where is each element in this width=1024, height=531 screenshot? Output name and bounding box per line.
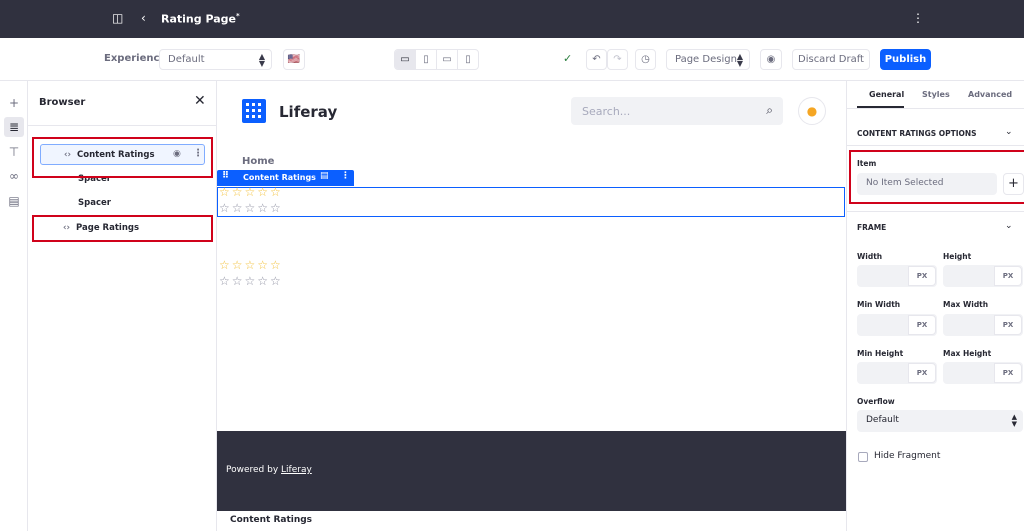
star-rating-gold[interactable]: ☆☆☆☆☆ [219, 258, 283, 272]
footer-text: Powered by Liferay [226, 465, 312, 475]
edit-toolbar: Experience Default ▲ ▼ 🇺🇸 ▭ ▯ ▭ ▯ ✓ ↶ ↷ ◷… [0, 38, 1024, 81]
experience-label: Experience [104, 53, 167, 64]
select-arrows-icon: ▲ ▼ [736, 52, 743, 68]
nav-home-link[interactable]: Home [242, 156, 274, 167]
fragment-topper[interactable]: ⠿ Content Ratings ▤ ⋮ [217, 170, 354, 186]
tree-item-spacer[interactable]: Spacer [78, 198, 111, 208]
page-footer: Powered by Liferay [217, 431, 846, 511]
vertical-ellipsis-icon[interactable]: ⋮ [912, 11, 924, 25]
max-height-input[interactable]: PX [943, 362, 1023, 384]
plus-icon[interactable]: + [4, 93, 24, 113]
user-avatar[interactable]: ● [798, 97, 826, 125]
highlight-box [32, 215, 213, 242]
max-height-label: Max Height [943, 349, 992, 358]
discard-draft-button[interactable]: Discard Draft [792, 49, 870, 70]
width-label: Width [857, 252, 883, 261]
language-selector[interactable]: 🇺🇸 [283, 49, 305, 70]
chevron-left-icon[interactable]: ‹ [141, 11, 146, 25]
comments-icon[interactable]: ▤ [4, 191, 24, 211]
star-rating-gold[interactable]: ☆☆☆☆☆ [219, 185, 283, 199]
overflow-select[interactable]: Default ▲ ▼ [857, 410, 1023, 432]
paint-roller-icon[interactable]: ⊤ [4, 142, 24, 162]
panel-tabs: General Styles Advanced [847, 81, 1024, 108]
select-arrows-icon: ▲ ▼ [258, 52, 265, 68]
footer-link[interactable]: Liferay [281, 465, 312, 475]
hide-fragment-label[interactable]: Hide Fragment [874, 451, 940, 461]
min-width-label: Min Width [857, 300, 901, 309]
chevron-down-icon[interactable]: ⌄ [1005, 221, 1013, 231]
min-height-label: Min Height [857, 349, 904, 358]
undo-button[interactable]: ↶ [586, 49, 607, 70]
sidebar-toggle-icon[interactable]: ◫ [112, 11, 123, 25]
page-canvas: Liferay Search... ⌕ ● Home ⠿ Content Rat… [217, 81, 846, 531]
phone-icon[interactable]: ▯ [458, 50, 478, 69]
select-arrows-icon: ▲ ▼ [1011, 413, 1017, 428]
page-design-select[interactable]: Page Design ▲ ▼ [666, 49, 750, 70]
divider [847, 145, 1024, 146]
bottom-fragment: Content Ratings [217, 511, 846, 531]
section-frame[interactable]: FRAME [857, 223, 886, 232]
min-width-input[interactable]: PX [857, 314, 937, 336]
liferay-logo [242, 99, 266, 123]
tablet-icon[interactable]: ▯ [416, 50, 437, 69]
experience-select[interactable]: Default ▲ ▼ [159, 49, 272, 70]
search-input[interactable]: Search... ⌕ [571, 97, 783, 125]
drag-handle-icon[interactable]: ⠿ [222, 171, 229, 181]
min-height-input[interactable]: PX [857, 362, 937, 384]
max-width-input[interactable]: PX [943, 314, 1023, 336]
desktop-icon[interactable]: ▭ [395, 50, 416, 69]
preview-eye-button[interactable]: ◉ [760, 49, 782, 70]
history-button[interactable]: ◷ [635, 49, 656, 70]
landscape-icon[interactable]: ▭ [437, 50, 458, 69]
star-rating-grey[interactable]: ☆☆☆☆☆ [219, 201, 283, 215]
browser-panel: Browser ✕ ‹› Content Ratings ◉ ⋮ Spacer S… [28, 81, 217, 531]
max-width-label: Max Width [943, 300, 989, 309]
width-input[interactable]: PX [857, 265, 937, 287]
section-content-ratings-options[interactable]: CONTENT RATINGS OPTIONS [857, 129, 977, 138]
divider [847, 211, 1024, 212]
height-label: Height [943, 252, 972, 261]
fragment-selection-box[interactable] [217, 187, 845, 217]
device-switcher: ▭ ▯ ▭ ▯ [394, 49, 479, 70]
tab-general[interactable]: General [869, 90, 904, 99]
comment-icon[interactable]: ▤ [320, 171, 329, 181]
height-input[interactable]: PX [943, 265, 1023, 287]
star-rating-grey[interactable]: ☆☆☆☆☆ [219, 274, 283, 288]
vertical-ellipsis-icon[interactable]: ⋮ [341, 171, 350, 181]
browser-icon[interactable]: ≣ [4, 117, 24, 137]
bottom-fragment-label: Content Ratings [230, 515, 313, 525]
link-icon[interactable]: ∞ [4, 166, 24, 186]
highlight-box [849, 150, 1024, 204]
tab-advanced[interactable]: Advanced [968, 90, 1012, 99]
publish-button[interactable]: Publish [880, 49, 931, 70]
tab-styles[interactable]: Styles [922, 90, 950, 99]
close-icon[interactable]: ✕ [194, 93, 206, 109]
configuration-panel: General Styles Advanced CONTENT RATINGS … [846, 81, 1024, 531]
browser-title: Browser [39, 97, 86, 108]
divider [847, 108, 1024, 109]
overflow-label: Overflow [857, 397, 895, 406]
page-title: Rating Page* [161, 12, 240, 26]
redo-button[interactable]: ↷ [607, 49, 628, 70]
search-icon[interactable]: ⌕ [766, 103, 773, 118]
divider [28, 125, 217, 126]
check-circle-icon: ✓ [563, 52, 573, 65]
site-name: Liferay [279, 103, 338, 121]
hide-fragment-checkbox[interactable] [858, 452, 868, 462]
user-icon: ● [806, 104, 818, 118]
sidebar-rail: + ≣ ⊤ ∞ ▤ [0, 81, 28, 531]
chevron-down-icon[interactable]: ⌄ [1005, 127, 1013, 137]
top-bar: ◫ ‹ Rating Page* ⋮ [0, 0, 1024, 38]
highlight-box [32, 137, 213, 178]
